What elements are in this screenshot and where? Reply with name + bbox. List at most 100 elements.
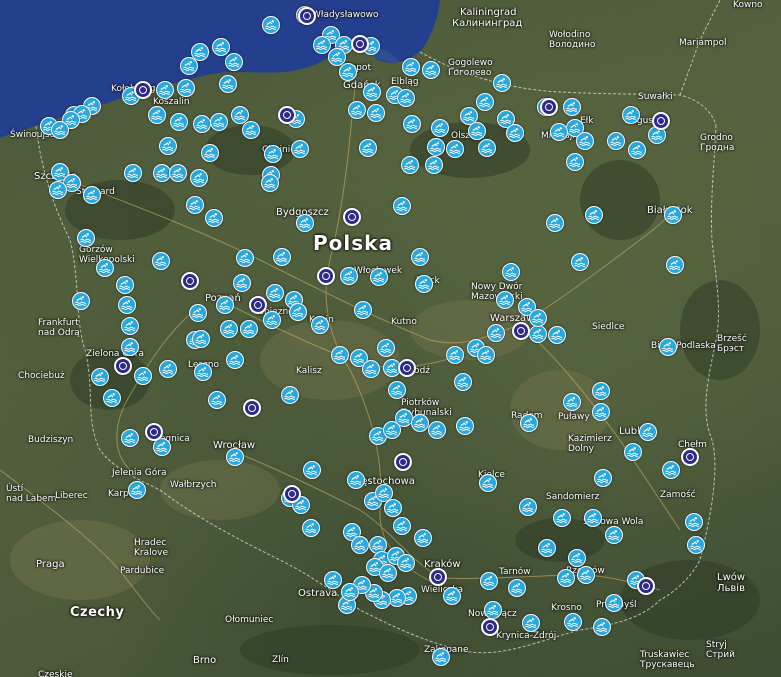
swimming-pool-marker[interactable] [296, 214, 314, 232]
swimming-pool-marker[interactable] [479, 474, 497, 492]
swimming-pool-marker[interactable] [289, 303, 307, 321]
swimming-pool-marker[interactable] [592, 403, 610, 421]
target-circle-marker[interactable] [278, 106, 296, 124]
swimming-pool-marker[interactable] [496, 291, 514, 309]
swimming-pool-marker[interactable] [585, 206, 603, 224]
swimming-pool-marker[interactable] [557, 569, 575, 587]
swimming-pool-marker[interactable] [103, 389, 121, 407]
target-circle-marker[interactable] [298, 7, 316, 25]
swimming-pool-marker[interactable] [529, 309, 547, 327]
swimming-pool-marker[interactable] [262, 16, 280, 34]
swimming-pool-marker[interactable] [480, 572, 498, 590]
swimming-pool-marker[interactable] [659, 338, 677, 356]
swimming-pool-marker[interactable] [568, 549, 586, 567]
target-circle-marker[interactable] [681, 448, 699, 466]
swimming-pool-marker[interactable] [134, 367, 152, 385]
swimming-pool-marker[interactable] [124, 164, 142, 182]
swimming-pool-marker[interactable] [363, 83, 381, 101]
swimming-pool-marker[interactable] [205, 209, 223, 227]
target-circle-marker[interactable] [317, 267, 335, 285]
swimming-pool-marker[interactable] [225, 53, 243, 71]
swimming-pool-marker[interactable] [577, 566, 595, 584]
swimming-pool-marker[interactable] [666, 256, 684, 274]
swimming-pool-marker[interactable] [553, 509, 571, 527]
swimming-pool-marker[interactable] [226, 351, 244, 369]
target-circle-marker[interactable] [540, 98, 558, 116]
swimming-pool-marker[interactable] [96, 259, 114, 277]
swimming-pool-marker[interactable] [379, 564, 397, 582]
swimming-pool-marker[interactable] [370, 268, 388, 286]
swimming-pool-marker[interactable] [91, 368, 109, 386]
target-circle-marker[interactable] [637, 577, 655, 595]
swimming-pool-marker[interactable] [121, 338, 139, 356]
swimming-pool-marker[interactable] [281, 386, 299, 404]
swimming-pool-marker[interactable] [607, 132, 625, 150]
target-circle-marker[interactable] [351, 35, 369, 53]
swimming-pool-marker[interactable] [566, 153, 584, 171]
swimming-pool-marker[interactable] [121, 429, 139, 447]
swimming-pool-marker[interactable] [331, 346, 349, 364]
swimming-pool-marker[interactable] [401, 156, 419, 174]
swimming-pool-marker[interactable] [685, 513, 703, 531]
swimming-pool-marker[interactable] [156, 81, 174, 99]
swimming-pool-marker[interactable] [116, 276, 134, 294]
swimming-pool-marker[interactable] [303, 461, 321, 479]
swimming-pool-marker[interactable] [311, 316, 329, 334]
target-circle-marker[interactable] [652, 112, 670, 130]
swimming-pool-marker[interactable] [506, 124, 524, 142]
swimming-pool-marker[interactable] [302, 519, 320, 537]
swimming-pool-marker[interactable] [186, 196, 204, 214]
swimming-pool-marker[interactable] [313, 36, 331, 54]
swimming-pool-marker[interactable] [502, 263, 520, 281]
swimming-pool-marker[interactable] [152, 252, 170, 270]
swimming-pool-marker[interactable] [194, 363, 212, 381]
target-circle-marker[interactable] [343, 208, 361, 226]
swimming-pool-marker[interactable] [662, 461, 680, 479]
swimming-pool-marker[interactable] [263, 311, 281, 329]
swimming-pool-marker[interactable] [477, 346, 495, 364]
swimming-pool-marker[interactable] [605, 594, 623, 612]
swimming-pool-marker[interactable] [508, 579, 526, 597]
swimming-pool-marker[interactable] [291, 140, 309, 158]
swimming-pool-marker[interactable] [362, 360, 380, 378]
swimming-pool-marker[interactable] [367, 104, 385, 122]
swimming-pool-marker[interactable] [240, 320, 258, 338]
target-circle-marker[interactable] [394, 453, 412, 471]
target-circle-marker[interactable] [114, 357, 132, 375]
swimming-pool-marker[interactable] [219, 75, 237, 93]
swimming-pool-marker[interactable] [377, 339, 395, 357]
swimming-pool-marker[interactable] [456, 417, 474, 435]
swimming-pool-marker[interactable] [431, 119, 449, 137]
swimming-pool-marker[interactable] [594, 469, 612, 487]
swimming-pool-marker[interactable] [324, 571, 342, 589]
swimming-pool-marker[interactable] [520, 414, 538, 432]
swimming-pool-marker[interactable] [383, 421, 401, 439]
swimming-pool-marker[interactable] [548, 326, 566, 344]
swimming-pool-marker[interactable] [77, 229, 95, 247]
swimming-pool-marker[interactable] [189, 304, 207, 322]
swimming-pool-marker[interactable] [415, 275, 433, 293]
swimming-pool-marker[interactable] [425, 156, 443, 174]
swimming-pool-marker[interactable] [190, 169, 208, 187]
swimming-pool-marker[interactable] [233, 274, 251, 292]
swimming-pool-marker[interactable] [384, 499, 402, 517]
target-circle-marker[interactable] [243, 399, 261, 417]
swimming-pool-marker[interactable] [220, 320, 238, 338]
target-circle-marker[interactable] [134, 81, 152, 99]
target-circle-marker[interactable] [481, 618, 499, 636]
swimming-pool-marker[interactable] [628, 141, 646, 159]
swimming-pool-marker[interactable] [388, 381, 406, 399]
target-circle-marker[interactable] [429, 568, 447, 586]
swimming-pool-marker[interactable] [212, 38, 230, 56]
target-circle-marker[interactable] [145, 423, 163, 441]
swimming-pool-marker[interactable] [546, 214, 564, 232]
swimming-pool-marker[interactable] [354, 301, 372, 319]
swimming-pool-marker[interactable] [180, 57, 198, 75]
swimming-pool-marker[interactable] [210, 113, 228, 131]
swimming-pool-marker[interactable] [128, 481, 146, 499]
swimming-pool-marker[interactable] [622, 106, 640, 124]
swimming-pool-marker[interactable] [118, 296, 136, 314]
swimming-pool-marker[interactable] [487, 324, 505, 342]
swimming-pool-marker[interactable] [484, 601, 502, 619]
swimming-pool-marker[interactable] [605, 526, 623, 544]
